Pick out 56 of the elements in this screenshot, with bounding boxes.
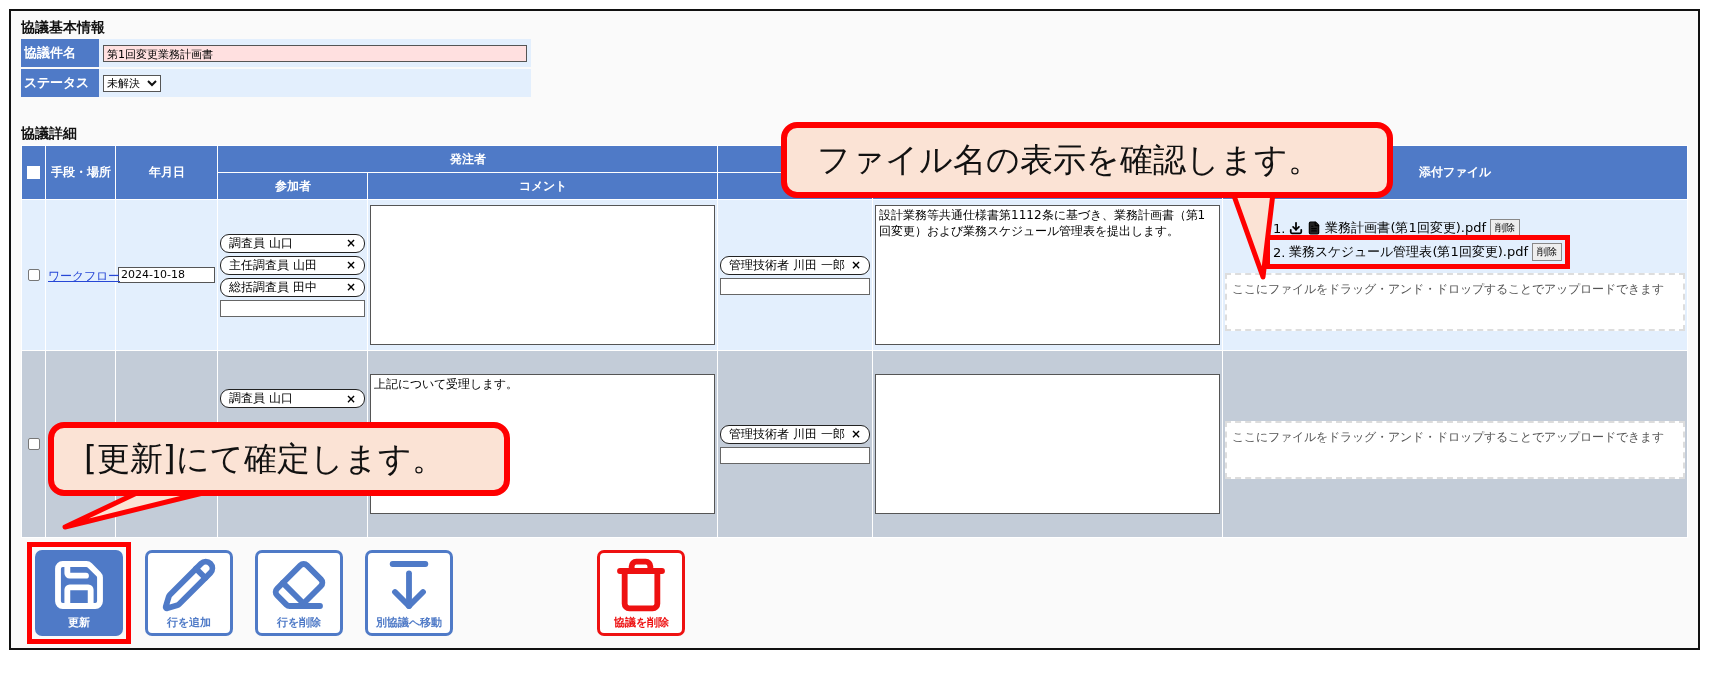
remove-button[interactable]: × bbox=[850, 427, 861, 441]
column-header: 手段・場所 bbox=[45, 145, 116, 200]
participant-name: 管理技術者 川田 一郎 bbox=[729, 256, 845, 274]
file-name[interactable]: 業務スケジュール管理表(第1回変更).pdf bbox=[1289, 243, 1529, 261]
column-header: 発注者 bbox=[217, 145, 718, 173]
participant-chip[interactable]: 主任調査員 山田 × bbox=[220, 255, 365, 275]
participant-name: 総括調査員 田中 bbox=[229, 278, 317, 296]
remove-button[interactable]: × bbox=[345, 236, 356, 250]
title-field[interactable]: 第1回変更業務計画書 bbox=[103, 44, 527, 62]
field-label: ステータス bbox=[21, 69, 99, 97]
participant-chip[interactable]: 管理技術者 川田 一郎 × bbox=[720, 424, 870, 444]
section-title: 協議詳細 bbox=[21, 125, 77, 143]
date-field[interactable]: 2024-10-18 bbox=[118, 267, 215, 283]
participant-input[interactable] bbox=[720, 446, 870, 464]
status-select[interactable]: 未解決 bbox=[103, 74, 161, 92]
document-icon[interactable] bbox=[1307, 221, 1322, 235]
row-checkbox[interactable] bbox=[27, 269, 40, 281]
participant-chip[interactable]: 総括調査員 田中 × bbox=[220, 277, 365, 297]
comment-field[interactable] bbox=[370, 205, 715, 345]
action-button[interactable]: 協議を削除 bbox=[597, 550, 685, 636]
select-all-checkbox[interactable] bbox=[27, 166, 40, 179]
comment-field[interactable]: 設計業務等共通仕様書第1112条に基づき、業務計画書（第1回変更）および業務スケジュール管理表を提出します。 bbox=[875, 205, 1220, 345]
section-title: 協議基本情報 bbox=[21, 19, 105, 37]
participant-name: 主任調査員 山田 bbox=[229, 256, 317, 274]
column-header: コメント bbox=[367, 172, 718, 200]
pencil-icon bbox=[161, 556, 217, 613]
action-button[interactable]: 別協議へ移動 bbox=[365, 550, 453, 636]
file-dropzone[interactable]: ここにファイルをドラッグ・アンド・ドロップすることでアップロードできます bbox=[1225, 421, 1685, 479]
remove-button[interactable]: × bbox=[345, 258, 356, 272]
file-number: 2. bbox=[1273, 244, 1286, 260]
caret-icon bbox=[147, 79, 157, 87]
remove-button[interactable]: × bbox=[345, 391, 356, 406]
participant-input[interactable] bbox=[220, 299, 365, 317]
file-name[interactable]: 業務計画書(第1回変更).pdf bbox=[1325, 219, 1487, 237]
participant-chip[interactable]: 調査員 山口 × bbox=[220, 233, 365, 253]
file-dropzone[interactable]: ここにファイルをドラッグ・アンド・ドロップすることでアップロードできます bbox=[1225, 273, 1685, 331]
participant-input[interactable] bbox=[720, 277, 870, 295]
remove-button[interactable]: × bbox=[345, 280, 356, 294]
field-label: 協議件名 bbox=[21, 39, 99, 67]
action-button[interactable]: 行を追加 bbox=[145, 550, 233, 636]
column-header: 参加者 bbox=[217, 172, 368, 200]
action-button[interactable]: 更新 bbox=[35, 550, 123, 636]
participant-name: 管理技術者 川田 一郎 bbox=[729, 425, 845, 443]
download-icon[interactable] bbox=[1289, 221, 1304, 235]
column-header: 年月日 bbox=[115, 145, 218, 200]
participant-name: 調査員 山口 bbox=[229, 390, 293, 407]
delete-file-button[interactable]: 削除 bbox=[1532, 243, 1563, 261]
remove-button[interactable]: × bbox=[850, 258, 861, 272]
comment-field[interactable] bbox=[875, 374, 1220, 514]
row-checkbox[interactable] bbox=[27, 438, 40, 450]
participant-chip[interactable]: 調査員 山口 × bbox=[220, 389, 365, 408]
file-number: 1. bbox=[1273, 220, 1286, 236]
method-link[interactable]: ワークフロー bbox=[48, 269, 120, 283]
action-button[interactable]: 行を削除 bbox=[255, 550, 343, 636]
participant-chip[interactable]: 管理技術者 川田 一郎 × bbox=[720, 255, 870, 275]
participant-name: 調査員 山口 bbox=[229, 234, 293, 252]
